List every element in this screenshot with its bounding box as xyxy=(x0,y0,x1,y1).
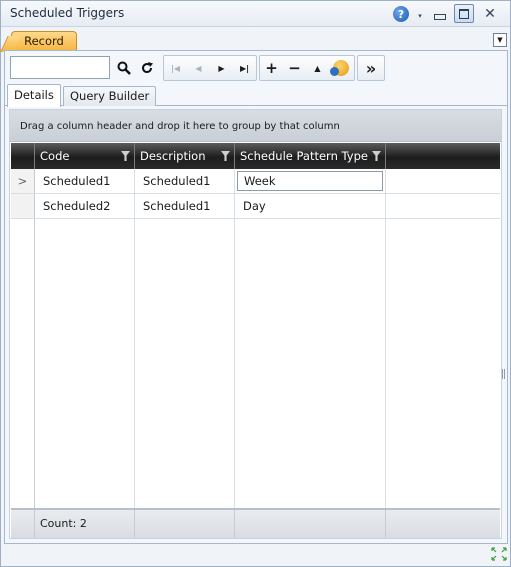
tab-menu-dropdown-icon[interactable]: ▼ xyxy=(493,33,507,47)
navigation-group: |◀ ◀ ▶ ▶| xyxy=(163,55,257,81)
filter-icon[interactable] xyxy=(121,151,130,161)
add-button[interactable]: + xyxy=(260,56,283,80)
record-tab-strip: Record ▼ xyxy=(1,28,510,51)
cell-description[interactable]: Scheduled1 xyxy=(135,194,235,218)
search-tools xyxy=(112,55,162,81)
refresh-icon[interactable] xyxy=(135,56,158,80)
cell-code[interactable]: Scheduled2 xyxy=(35,194,135,218)
record-count: Count: 2 xyxy=(35,510,135,538)
row-indicator-icon: > xyxy=(11,169,35,193)
close-icon[interactable]: ✕ xyxy=(483,5,497,22)
footer-cell xyxy=(135,510,235,538)
search-icon[interactable] xyxy=(112,56,135,80)
cell-filler xyxy=(386,194,500,218)
column-header-description-label: Description xyxy=(140,149,206,163)
table-row[interactable]: > Scheduled1 Scheduled1 Week xyxy=(11,169,500,194)
window-title: Scheduled Triggers xyxy=(10,6,125,20)
last-record-button[interactable]: ▶| xyxy=(233,56,256,80)
first-record-button[interactable]: |◀ xyxy=(164,56,187,80)
tab-details[interactable]: Details xyxy=(7,84,61,107)
delete-button[interactable]: − xyxy=(283,56,306,80)
action-group: + − ▲ xyxy=(259,55,355,81)
table-row[interactable]: Scheduled2 Scheduled1 Day xyxy=(11,194,500,219)
cell-filler xyxy=(386,169,500,193)
filter-icon[interactable] xyxy=(372,151,381,161)
help-dropdown-icon[interactable]: ▾ xyxy=(415,7,425,24)
tab-record-label: Record xyxy=(24,34,64,48)
more-group: » xyxy=(357,55,385,81)
tab-query-builder[interactable]: Query Builder xyxy=(63,86,157,106)
header-filler xyxy=(386,143,500,169)
cell-editor[interactable]: Week xyxy=(237,171,383,191)
move-up-button[interactable]: ▲ xyxy=(306,56,329,80)
grid-rows: > Scheduled1 Scheduled1 Week Scheduled2 … xyxy=(11,169,500,219)
users-icon[interactable] xyxy=(329,56,352,80)
column-header-schedule-pattern-type[interactable]: Schedule Pattern Type xyxy=(235,143,386,169)
header-indicator xyxy=(11,143,35,169)
detail-tabs: Details Query Builder xyxy=(5,84,507,107)
tab-record[interactable]: Record xyxy=(11,31,77,51)
column-header-schedule-pattern-type-label: Schedule Pattern Type xyxy=(240,149,368,163)
record-panel: |◀ ◀ ▶ ▶| + − ▲ » Details Query Builder … xyxy=(4,50,508,544)
cell-description[interactable]: Scheduled1 xyxy=(135,169,235,193)
grid-header: Code Description Schedule Pattern Type xyxy=(11,143,500,169)
help-icon[interactable]: ? xyxy=(393,6,409,22)
minimize-icon[interactable] xyxy=(433,5,447,22)
cell-code[interactable]: Scheduled1 xyxy=(35,169,135,193)
footer-cell xyxy=(386,510,500,538)
resize-grip-icon[interactable] xyxy=(490,547,508,563)
data-grid: Drag a column header and drop it here to… xyxy=(9,109,502,539)
next-record-button[interactable]: ▶ xyxy=(210,56,233,80)
previous-record-button[interactable]: ◀ xyxy=(187,56,210,80)
cell-schedule-pattern-type[interactable]: Week xyxy=(235,169,386,193)
footer-cell xyxy=(235,510,386,538)
grid-footer: Count: 2 xyxy=(11,508,500,538)
search-input[interactable] xyxy=(10,56,110,79)
cell-schedule-pattern-type[interactable]: Day xyxy=(235,194,386,218)
title-bar: Scheduled Triggers ? ▾ ✕ xyxy=(1,1,510,27)
column-header-code-label: Code xyxy=(40,149,70,163)
column-header-description[interactable]: Description xyxy=(135,143,235,169)
footer-indicator xyxy=(11,510,35,538)
filter-icon[interactable] xyxy=(221,151,230,161)
column-header-code[interactable]: Code xyxy=(35,143,135,169)
row-indicator xyxy=(11,194,35,218)
group-by-area[interactable]: Drag a column header and drop it here to… xyxy=(10,110,501,142)
scheduled-triggers-window: Scheduled Triggers ? ▾ ✕ Record ▼ |◀ ◀ ▶… xyxy=(0,0,511,567)
splitter-grip-icon[interactable] xyxy=(502,369,505,379)
more-options-button[interactable]: » xyxy=(358,56,384,80)
restore-icon[interactable] xyxy=(454,4,474,23)
empty-grid-area xyxy=(11,219,500,508)
